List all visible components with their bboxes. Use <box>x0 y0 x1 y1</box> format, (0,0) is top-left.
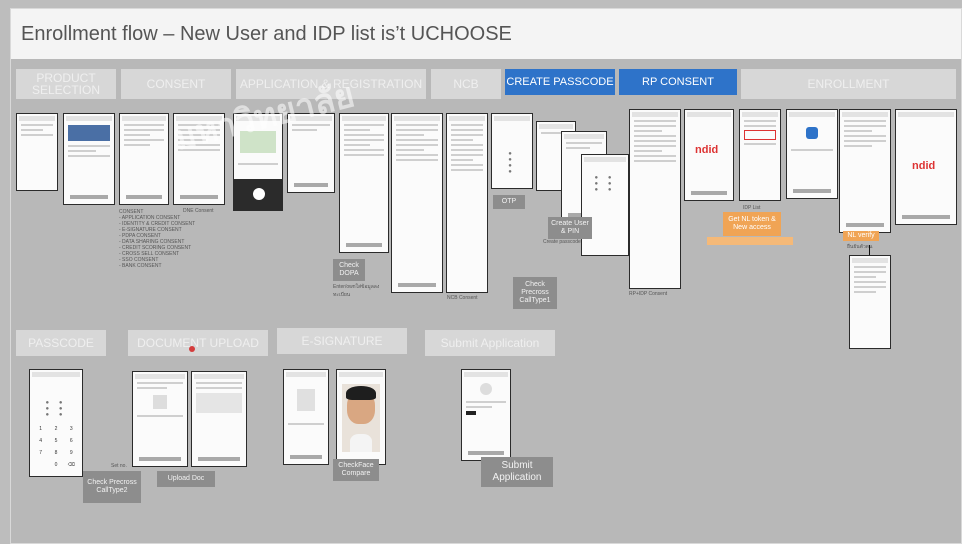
document-preview <box>196 393 242 413</box>
stage-rp-consent: RP CONSENT <box>619 69 737 95</box>
app-icon <box>806 127 818 139</box>
passcode-screen: ● ● ● ● ● ● <box>581 154 629 256</box>
stage-submit-application: Submit Application <box>425 330 555 356</box>
passcode-dots: ● ● ● ● ● ● <box>594 175 616 193</box>
stage-e-signature: E-SIGNATURE <box>277 328 407 354</box>
passcode-dots: ● ● ● ● ● ● <box>45 399 67 418</box>
ndid-logo: ndid <box>695 144 719 156</box>
check-precross2-tag: Check Precross CallType2 <box>83 471 141 503</box>
consent-list-note: CONSENT - APPLICATION CONSENT - IDENTITY… <box>119 209 196 269</box>
stage-create-passcode: CREATE PASSCODE <box>505 69 615 95</box>
register-caption: Enter/ownใส่ข้อมูลลงทะเบียน <box>333 284 380 298</box>
phone-screen <box>391 113 443 293</box>
phone-screen <box>63 113 115 205</box>
phone-screen <box>191 371 247 467</box>
check-precross-tag: Check Precross CallType1 <box>513 277 557 309</box>
phone-screen <box>786 109 838 199</box>
phone-screen <box>446 113 488 293</box>
stage-document-upload: DOCUMENT UPLOAD <box>128 330 268 356</box>
nl-verify-tag: NL verify <box>843 231 879 241</box>
otp-dots: ● ● ● ● <box>508 151 516 175</box>
face-photo <box>342 384 380 452</box>
otp-tag: OTP <box>493 195 525 209</box>
numpad: 1 2 3 4 5 6 7 8 9 0 ⌫ <box>39 426 75 468</box>
phone-screen <box>283 369 329 465</box>
passcode-screen: ● ● ● ● ● ● 1 2 3 4 5 6 7 8 9 0 ⌫ <box>29 369 83 477</box>
phone-screen: ndid <box>895 109 957 225</box>
signature-illustration <box>297 389 315 411</box>
stage-enrollment: ENROLLMENT <box>741 69 956 99</box>
idp-selected-item <box>744 130 776 140</box>
create-user-pin-tag: Create User & PIN <box>548 217 592 239</box>
arrow-down <box>869 245 870 255</box>
idp-list-screen <box>739 109 781 201</box>
rp-idp-consent-caption: RP+IDP Consent <box>629 291 668 297</box>
phone-screen <box>119 113 169 205</box>
phone-screen <box>849 255 891 349</box>
phone-screen: ● ● ● ● <box>491 113 533 189</box>
cursor-dot <box>189 346 195 352</box>
phone-screen <box>629 109 681 289</box>
page-title: Enrollment flow – New User and IDP list … <box>21 23 512 45</box>
create-passcode-caption: Create passcode <box>543 239 581 245</box>
camera-screen <box>233 179 283 211</box>
phone-screen <box>339 113 389 253</box>
title-bar: Enrollment flow – New User and IDP list … <box>11 9 961 59</box>
check-dopa-tag: Check DOPA <box>333 259 365 281</box>
stage-ncb: NCB <box>431 69 501 99</box>
phone-screen <box>132 371 188 467</box>
orange-highlight-bar <box>707 237 793 245</box>
check-icon <box>480 383 492 395</box>
flow-canvas: Enrollment flow – New User and IDP list … <box>10 8 962 544</box>
shutter-icon <box>253 188 265 200</box>
check-face-tag: CheckFace Compare <box>333 459 379 481</box>
stage-consent: CONSENT <box>121 69 231 99</box>
submit-application-tag: Submit Application <box>481 457 553 487</box>
upload-icon <box>153 395 167 409</box>
submit-screen <box>461 369 511 461</box>
phone-screen <box>16 113 58 191</box>
upload-doc-tag: Upload Doc <box>157 471 215 487</box>
idp-list-caption: IDP List <box>743 205 761 211</box>
ncb-consent-caption: NCB Consent <box>447 295 478 301</box>
stage-product-selection: PRODUCT SELECTION <box>16 69 116 99</box>
stage-passcode: PASSCODE <box>16 330 106 356</box>
phone-screen: ndid <box>684 109 734 201</box>
card-image <box>68 125 110 141</box>
get-nl-token-tag: Get NL token & New access <box>723 212 781 236</box>
set-no-caption: Set no. <box>111 463 127 469</box>
status-bar <box>466 411 476 415</box>
phone-screen <box>839 109 891 233</box>
dne-consent-caption: DNE Consent <box>183 208 214 214</box>
face-capture-screen <box>336 369 386 465</box>
ndid-logo: ndid <box>912 160 936 172</box>
